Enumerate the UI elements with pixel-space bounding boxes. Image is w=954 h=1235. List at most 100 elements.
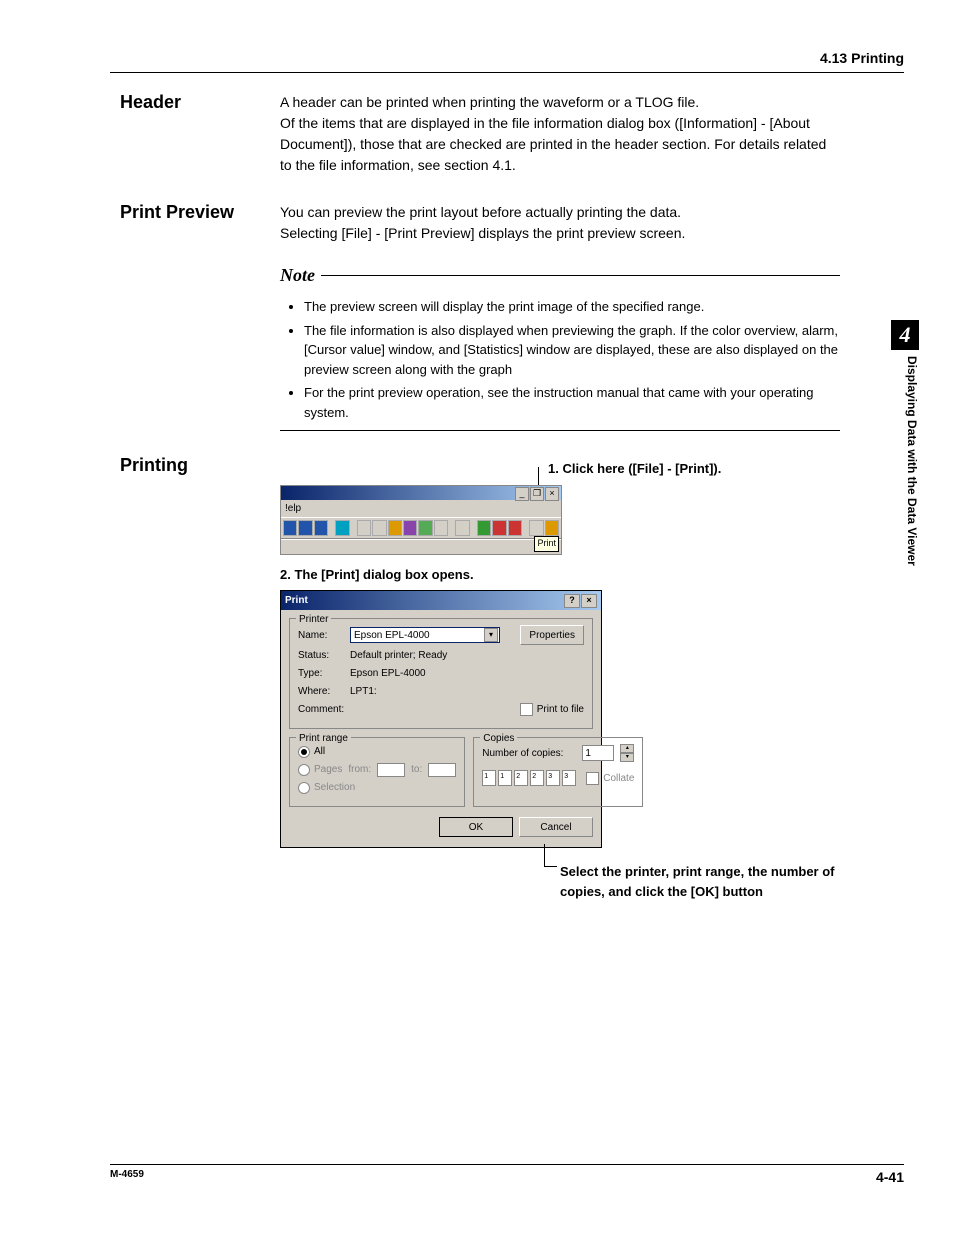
toolbar-button[interactable]: [434, 520, 448, 536]
radio-icon: [298, 782, 310, 794]
toolbar-button[interactable]: [283, 520, 297, 536]
toolbar-button[interactable]: [298, 520, 312, 536]
where-label: Where:: [298, 684, 344, 699]
collate-icon: 112233: [482, 770, 576, 786]
group-label: Printer: [296, 612, 331, 627]
cancel-button[interactable]: Cancel: [519, 817, 593, 837]
paragraph: You can preview the print layout before …: [280, 202, 840, 223]
type-value: Epson EPL-4000: [350, 666, 426, 681]
radio-icon: [298, 764, 310, 776]
section-body: You can preview the print layout before …: [280, 202, 840, 431]
range-pages-radio[interactable]: Pages: [298, 762, 342, 777]
annotation: Select the printer, print range, the num…: [560, 862, 840, 901]
comment-label: Comment:: [298, 702, 344, 717]
to-label: to:: [411, 762, 422, 777]
paragraph: Of the items that are displayed in the f…: [280, 113, 840, 176]
page-header: 4.13 Printing: [110, 50, 904, 73]
toolbar-button[interactable]: [314, 520, 328, 536]
toolbar-screenshot: _ ❐ × !elp: [280, 485, 562, 555]
print-to-file-checkbox[interactable]: Print to file: [520, 702, 584, 717]
name-label: Name:: [298, 628, 344, 643]
section-ref: 4.13 Printing: [820, 50, 904, 66]
step-caption: 1. Click here ([File] - [Print]).: [548, 459, 840, 479]
leader-line: [544, 844, 557, 867]
section-title: Print Preview: [120, 202, 280, 431]
content: Header A header can be printed when prin…: [120, 92, 840, 911]
range-all-radio[interactable]: All: [298, 744, 325, 759]
status-value: Default printer; Ready: [350, 648, 447, 663]
close-icon[interactable]: ×: [545, 487, 559, 501]
section-print-preview: Print Preview You can preview the print …: [120, 202, 840, 431]
doc-id: M-4659: [110, 1169, 144, 1185]
to-input[interactable]: [428, 763, 456, 777]
dialog-actions: OK Cancel: [289, 815, 593, 839]
restore-icon[interactable]: ❐: [530, 487, 544, 501]
from-input[interactable]: [377, 763, 405, 777]
note-item: For the print preview operation, see the…: [304, 383, 840, 422]
section-title: Printing: [120, 455, 280, 901]
group-label: Print range: [296, 731, 351, 746]
checkbox-icon: [586, 772, 599, 785]
print-button[interactable]: [529, 520, 543, 536]
section-title: Header: [120, 92, 280, 176]
menu-bar[interactable]: !elp: [281, 500, 561, 517]
checkbox-icon: [520, 703, 533, 716]
from-label: from:: [348, 762, 371, 777]
section-header: Header A header can be printed when prin…: [120, 92, 840, 176]
note-label: Note: [280, 262, 321, 289]
copies-spinner[interactable]: ▴▾: [620, 744, 634, 762]
page-footer: M-4659 4-41: [110, 1164, 904, 1185]
print-tooltip: Print: [534, 536, 559, 552]
copies-input[interactable]: 1: [582, 745, 614, 761]
where-value: LPT1:: [350, 684, 377, 699]
note-item: The file information is also displayed w…: [304, 321, 840, 380]
collate-checkbox[interactable]: Collate: [586, 771, 634, 786]
properties-button[interactable]: Properties: [520, 625, 584, 645]
print-range-group: Print range All: [289, 737, 465, 807]
status-label: Status:: [298, 648, 344, 663]
note-rule: [280, 430, 840, 431]
num-copies-label: Number of copies:: [482, 746, 563, 761]
type-label: Type:: [298, 666, 344, 681]
toolbar-button[interactable]: [418, 520, 432, 536]
window-buttons: _ ❐ ×: [515, 487, 559, 501]
toolbar-button[interactable]: [335, 520, 349, 536]
print-dialog: Print ? × Printer Name: Epson: [280, 590, 602, 848]
note-item: The preview screen will display the prin…: [304, 297, 840, 317]
chapter-number: 4: [891, 320, 919, 350]
toolbar-button[interactable]: [357, 520, 371, 536]
chevron-down-icon[interactable]: ▾: [484, 628, 498, 642]
note-rule: [321, 275, 840, 276]
dialog-title: Print: [285, 593, 308, 608]
side-tab: 4 Displaying Data with the Data Viewer: [891, 320, 919, 566]
section-body: 1. Click here ([File] - [Print]). _ ❐ × …: [280, 455, 840, 901]
toolbar-button[interactable]: [492, 520, 506, 536]
help-button[interactable]: [545, 520, 559, 536]
toolbar-button[interactable]: [508, 520, 522, 536]
chapter-title: Displaying Data with the Data Viewer: [891, 350, 919, 566]
toolbar-button[interactable]: [455, 520, 469, 536]
toolbar-button[interactable]: [388, 520, 402, 536]
toolbar-button[interactable]: [403, 520, 417, 536]
step-caption: 2. The [Print] dialog box opens.: [280, 565, 840, 585]
copies-group: Copies Number of copies: 1 ▴▾ 112233: [473, 737, 643, 807]
minimize-icon[interactable]: _: [515, 487, 529, 501]
ok-button[interactable]: OK: [439, 817, 513, 837]
toolbar-button[interactable]: [477, 520, 491, 536]
step-1: 1. Click here ([File] - [Print]). _ ❐ × …: [280, 459, 840, 555]
status-bar: Print: [281, 539, 561, 554]
dialog-titlebar: Print ? ×: [281, 591, 601, 610]
printer-combobox[interactable]: Epson EPL-4000 ▾: [350, 627, 500, 643]
group-label: Copies: [480, 731, 517, 746]
paragraph: A header can be printed when printing th…: [280, 92, 840, 113]
close-icon[interactable]: ×: [581, 594, 597, 608]
range-selection-radio: Selection: [298, 780, 355, 795]
toolbar-button[interactable]: [372, 520, 386, 536]
help-icon[interactable]: ?: [564, 594, 580, 608]
note-list: The preview screen will display the prin…: [280, 297, 840, 422]
section-printing: Printing 1. Click here ([File] - [Print]…: [120, 455, 840, 901]
section-body: A header can be printed when printing th…: [280, 92, 840, 176]
radio-icon: [298, 746, 310, 758]
printer-name: Epson EPL-4000: [354, 628, 430, 643]
menu-help[interactable]: !elp: [285, 503, 301, 514]
